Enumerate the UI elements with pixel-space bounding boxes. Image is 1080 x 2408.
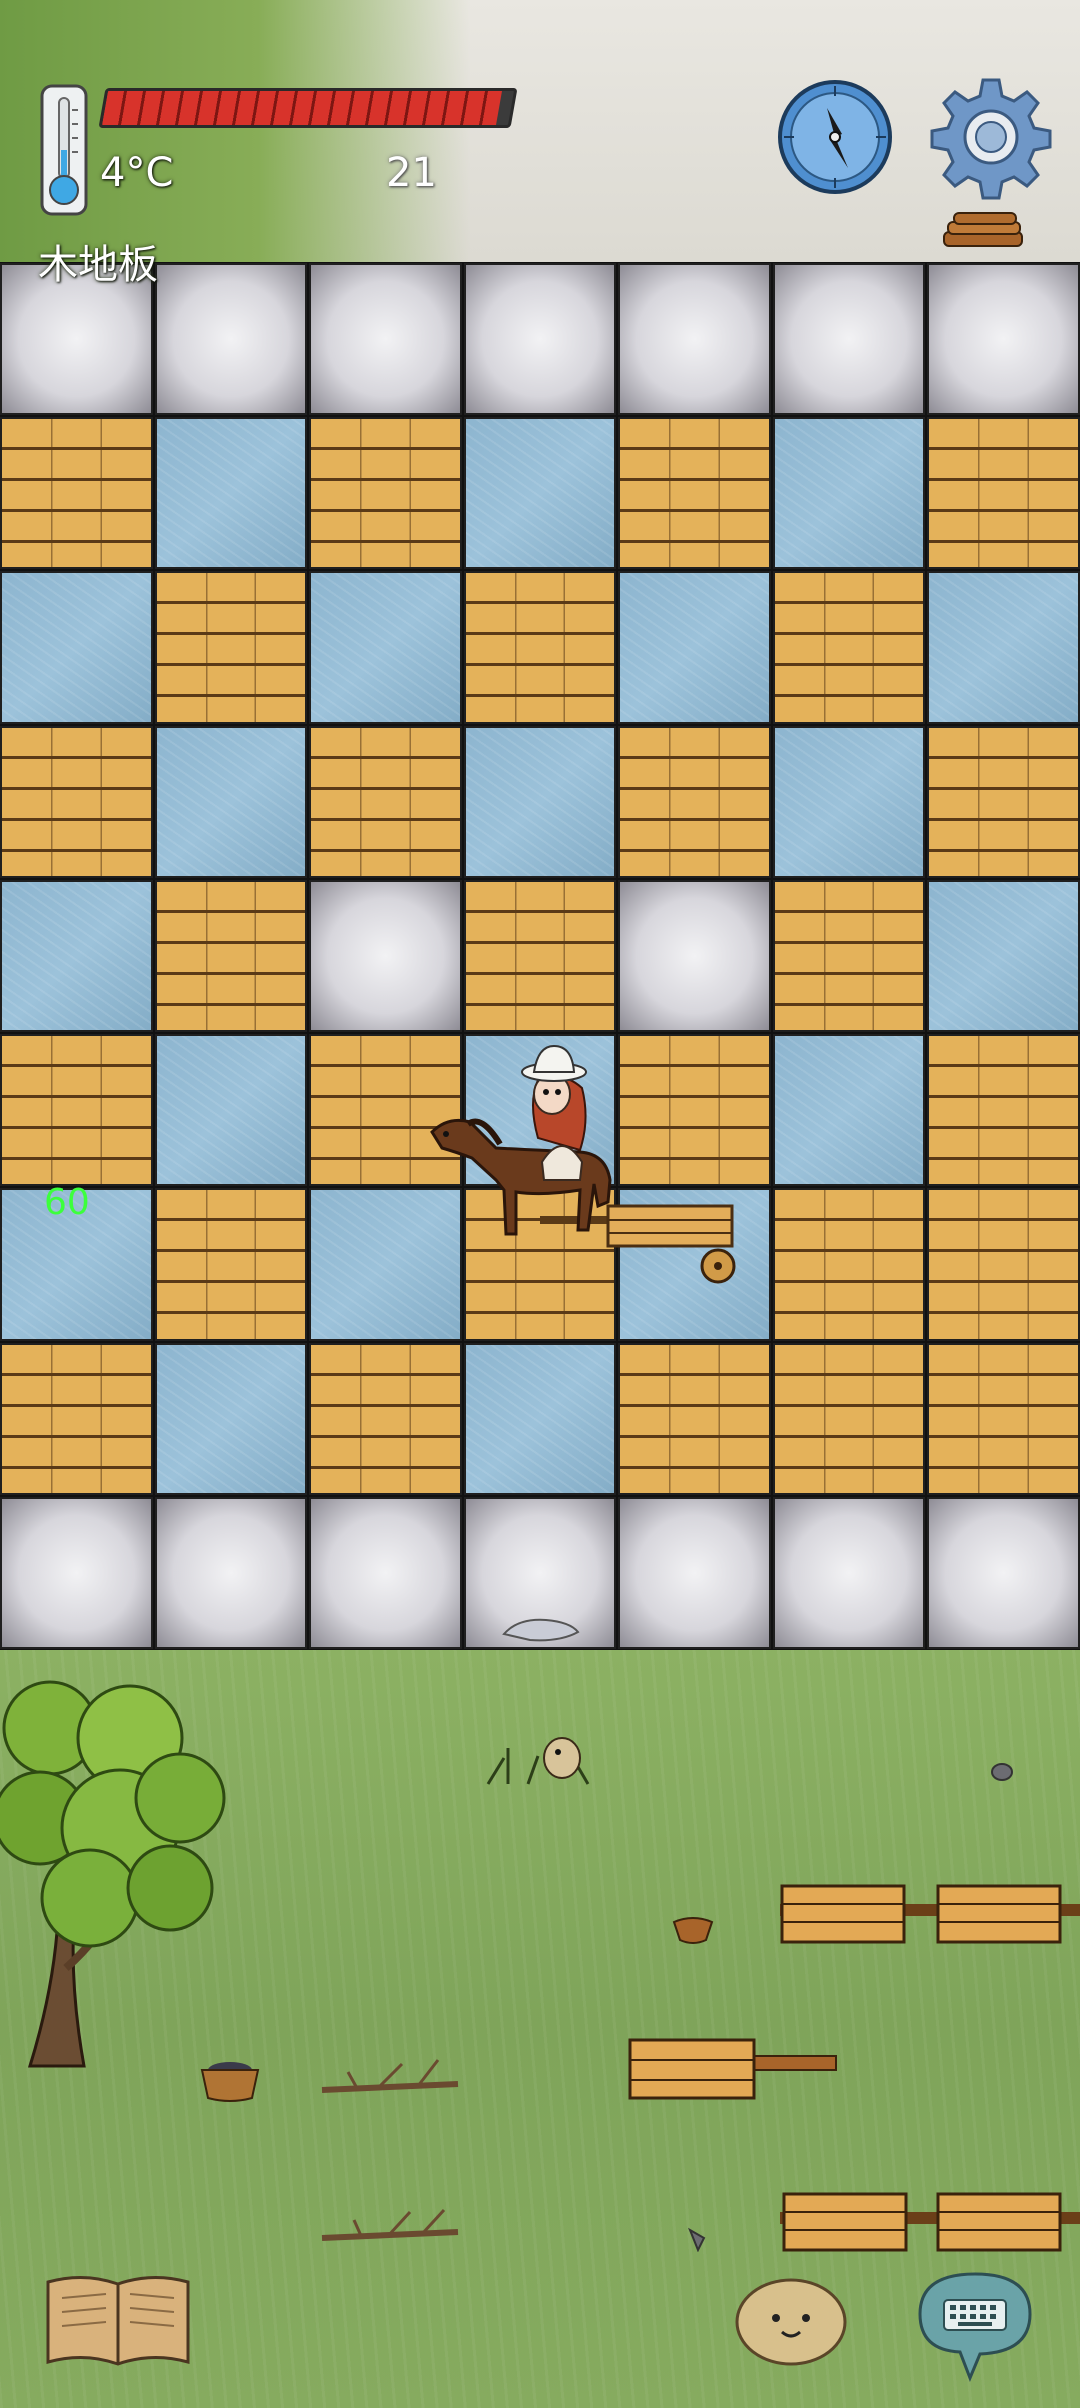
water-floor-tile[interactable] [154,725,308,878]
gear-icon[interactable] [928,74,1054,200]
water-floor-tile[interactable] [309,571,462,724]
wood-floor-tile[interactable] [927,1188,1080,1341]
stone-floor-tile[interactable] [309,879,462,1033]
wood-floor-tile[interactable] [772,1188,926,1341]
health-bar-fill [102,91,502,125]
thermometer-icon [38,84,90,216]
day-counter: 21 [386,150,437,196]
water-floor-tile[interactable] [772,417,926,570]
temperature-readout: 4°C [100,150,174,196]
stone-floor-tile[interactable] [927,263,1080,416]
wood-floor-tile[interactable] [772,1342,926,1495]
flint-rock[interactable] [500,1612,582,1644]
wood-floor-tile[interactable] [309,417,462,570]
stone-floor-tile[interactable] [772,263,926,416]
firewood-item-icon[interactable] [940,210,1026,252]
stone-floor-tile[interactable] [927,1496,1080,1649]
wood-floor-tile[interactable] [154,571,308,724]
fallen-branch[interactable] [318,2202,462,2262]
water-floor-tile[interactable] [463,1342,617,1495]
stone-floor-tile[interactable] [772,1496,926,1649]
wood-floor-tile[interactable] [0,725,153,878]
wood-floor-tile[interactable] [927,725,1080,878]
stone-floor-tile[interactable] [154,263,308,416]
terrain-name: 木地板 [38,242,158,288]
wood-floor-tile[interactable] [618,1342,771,1495]
stone-floor-tile[interactable] [463,263,617,416]
wooden-fence-segment[interactable] [780,2188,1080,2254]
open-book-icon[interactable] [44,2268,192,2368]
grass-tuft-with-bird[interactable] [478,1718,608,1790]
wooden-bowl[interactable] [670,1912,716,1946]
wood-floor-tile[interactable] [463,879,617,1033]
wood-floor-tile[interactable] [463,571,617,724]
cell-value-label: 60 [44,1182,90,1223]
water-floor-tile[interactable] [927,571,1080,724]
stone-floor-tile[interactable] [618,263,771,416]
stone-floor-tile[interactable] [618,879,771,1033]
water-floor-tile[interactable] [154,1342,308,1495]
wood-floor-tile[interactable] [772,879,926,1033]
oak-tree[interactable] [0,1668,240,2078]
smiley-potato-icon[interactable] [732,2272,850,2368]
wood-floor-tile[interactable] [0,1342,153,1495]
water-floor-tile[interactable] [463,417,617,570]
wood-floor-tile[interactable] [772,571,926,724]
water-floor-tile[interactable] [0,879,153,1033]
fallen-branch[interactable] [318,2050,462,2110]
water-floor-tile[interactable] [618,571,771,724]
pebble[interactable] [990,1762,1014,1782]
wood-floor-tile[interactable] [618,725,771,878]
log-bench[interactable] [626,2034,838,2102]
water-floor-tile[interactable] [772,725,926,878]
water-floor-tile[interactable] [154,417,308,570]
wood-floor-tile[interactable] [927,1034,1080,1187]
player-on-horse-cart[interactable] [412,1030,752,1290]
woven-basket[interactable] [198,2058,262,2104]
wood-floor-tile[interactable] [0,417,153,570]
wood-floor-tile[interactable] [309,1342,462,1495]
wood-floor-tile[interactable] [154,879,308,1033]
water-floor-tile[interactable] [0,571,153,724]
health-bar [98,88,518,128]
water-floor-tile[interactable] [463,725,617,878]
water-floor-tile[interactable] [154,1034,308,1187]
wood-floor-tile[interactable] [618,417,771,570]
compass-icon[interactable] [776,78,894,196]
wood-floor-tile[interactable] [309,725,462,878]
water-floor-tile[interactable] [772,1034,926,1187]
stone-floor-tile[interactable] [0,1496,153,1649]
wood-floor-tile[interactable] [154,1188,308,1341]
flint-shard[interactable] [686,2226,708,2253]
water-floor-tile[interactable] [927,879,1080,1033]
stone-floor-tile[interactable] [618,1496,771,1649]
keyboard-chat-icon[interactable] [910,2266,1040,2386]
wood-floor-tile[interactable] [927,417,1080,570]
wooden-fence-segment[interactable] [780,1880,1080,1946]
game-board[interactable] [0,262,1080,1650]
wood-floor-tile[interactable] [0,1034,153,1187]
wood-floor-tile[interactable] [927,1342,1080,1495]
stone-floor-tile[interactable] [309,263,462,416]
stone-floor-tile[interactable] [309,1496,462,1649]
stone-floor-tile[interactable] [154,1496,308,1649]
